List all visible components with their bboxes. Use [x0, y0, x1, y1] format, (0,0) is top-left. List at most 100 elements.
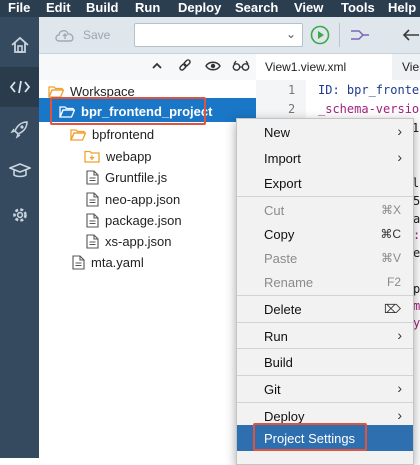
merge-icon[interactable] — [349, 26, 371, 44]
menu-item-label: Export — [264, 176, 302, 191]
folder-plus-icon — [84, 150, 100, 163]
menu-bar: File Edit Build Run Deploy Search View T… — [0, 0, 420, 17]
line-number: 2 — [288, 102, 296, 116]
menu-item-build[interactable]: Build — [237, 350, 413, 374]
menu-item-new[interactable]: New › — [237, 120, 413, 144]
menu-item-shortcut: ⌘X — [380, 203, 401, 217]
file-icon — [86, 191, 99, 207]
workspace-toolbar — [39, 54, 256, 80]
menu-divider — [237, 322, 413, 323]
deploy-button[interactable] — [0, 109, 39, 149]
preferences-button[interactable] — [0, 195, 39, 235]
menu-tools[interactable]: Tools — [341, 0, 375, 15]
menu-file[interactable]: File — [8, 0, 30, 15]
code-fragment: 5 — [413, 194, 420, 208]
save-label: Save — [83, 28, 111, 42]
menu-item-run[interactable]: Run › — [237, 324, 413, 348]
tree-node-bpfrontend[interactable]: bpfrontend — [70, 124, 154, 144]
menu-help[interactable]: Help — [388, 0, 416, 15]
tree-node-mta[interactable]: mta.yaml — [72, 252, 144, 272]
cloud-save-icon — [55, 30, 74, 42]
menu-edit[interactable]: Edit — [46, 0, 71, 15]
menu-deploy[interactable]: Deploy — [178, 0, 221, 15]
submenu-arrow-icon: › — [397, 380, 402, 396]
menu-item-paste[interactable]: Paste ⌘V — [237, 246, 413, 270]
tree-label: neo-app.json — [105, 191, 181, 207]
menu-item-label: Import — [264, 151, 301, 166]
menu-search[interactable]: Search — [235, 0, 278, 15]
menu-item-delete[interactable]: Delete ⌦ — [237, 297, 413, 321]
tree-node-file[interactable]: Gruntfile.js — [86, 167, 167, 187]
tree-label: xs-app.json — [105, 233, 172, 249]
tree-label: bpfrontend — [92, 126, 155, 142]
run-icon[interactable] — [310, 25, 330, 45]
menu-item-shortcut: ⌘C — [380, 227, 401, 241]
home-button[interactable] — [0, 25, 39, 65]
file-icon — [86, 212, 99, 228]
tab-label: Vie — [402, 60, 420, 74]
folder-open-icon — [48, 85, 64, 98]
home-icon — [10, 36, 29, 53]
rocket-icon — [9, 121, 28, 139]
tree-node-file[interactable]: package.json — [86, 210, 182, 230]
editor-tabs: View1.view.xml Vie — [256, 54, 420, 81]
line-number: 1 — [288, 83, 296, 97]
context-menu: New › Import › Export Cut ⌘X Copy ⌘C Pas… — [236, 118, 414, 465]
chevron-up-icon[interactable] — [150, 59, 164, 73]
menu-item-label: Delete — [264, 302, 302, 317]
code-fragment: m — [413, 299, 420, 313]
menu-divider — [237, 375, 413, 376]
submenu-arrow-icon: › — [397, 149, 402, 165]
menu-item-cut[interactable]: Cut ⌘X — [237, 198, 413, 222]
menu-item-git[interactable]: Git › — [237, 377, 413, 401]
link-icon[interactable] — [178, 59, 192, 73]
tab-second[interactable]: Vie — [402, 54, 420, 80]
menu-run[interactable]: Run — [135, 0, 160, 15]
menu-item-label: Cut — [264, 203, 285, 218]
tree-node-file[interactable]: xs-app.json — [86, 231, 171, 251]
project-highlight-box — [50, 97, 206, 125]
folder-open-icon — [70, 128, 86, 141]
tree-label: package.json — [105, 212, 182, 228]
menu-build[interactable]: Build — [86, 0, 119, 15]
tree-node-webapp[interactable]: webapp — [84, 146, 152, 166]
tab-label: View1.view.xml — [265, 60, 347, 74]
main-toolbar: Save ⌄ — [39, 17, 420, 54]
submenu-arrow-icon: › — [397, 123, 402, 139]
submenu-arrow-icon: › — [397, 327, 402, 343]
menu-item-rename[interactable]: Rename F2 — [237, 270, 413, 294]
menu-divider — [237, 196, 413, 197]
tree-node-file[interactable]: neo-app.json — [86, 189, 180, 209]
learning-button[interactable] — [0, 151, 39, 191]
graduation-cap-icon — [8, 163, 31, 178]
back-arrow-icon[interactable] — [399, 26, 420, 44]
project-settings-highlight-box — [253, 423, 367, 451]
file-icon — [86, 233, 99, 249]
tree-label: mta.yaml — [91, 254, 144, 270]
code-line: ID: bpr_fronte — [318, 83, 420, 97]
submenu-arrow-icon: › — [397, 407, 402, 423]
menu-item-export[interactable]: Export — [237, 171, 413, 195]
code-fragment: p — [413, 282, 420, 296]
code-fragment: : — [413, 228, 420, 242]
menu-item-shortcut: F2 — [386, 275, 401, 289]
menu-item-label: New — [264, 125, 291, 140]
file-icon — [86, 169, 99, 185]
menu-item-copy[interactable]: Copy ⌘C — [237, 222, 413, 246]
eye-icon[interactable] — [205, 59, 221, 73]
menu-divider — [237, 348, 413, 349]
glasses-icon[interactable] — [232, 59, 250, 73]
activity-bar — [0, 17, 39, 458]
save-button[interactable]: Save — [53, 25, 110, 45]
tab-view1[interactable]: View1.view.xml — [256, 54, 392, 80]
menu-item-import[interactable]: Import › — [237, 146, 413, 170]
menu-item-label: Rename — [264, 275, 314, 290]
development-button[interactable] — [0, 67, 39, 107]
code-fragment: y — [413, 316, 420, 330]
run-configuration-select[interactable]: ⌄ — [134, 23, 303, 47]
tree-label: webapp — [106, 148, 152, 164]
delete-key-icon: ⌦ — [384, 302, 401, 316]
menu-item-label: Run — [264, 329, 288, 344]
menu-view[interactable]: View — [294, 0, 323, 15]
code-fragment: a — [413, 212, 420, 226]
